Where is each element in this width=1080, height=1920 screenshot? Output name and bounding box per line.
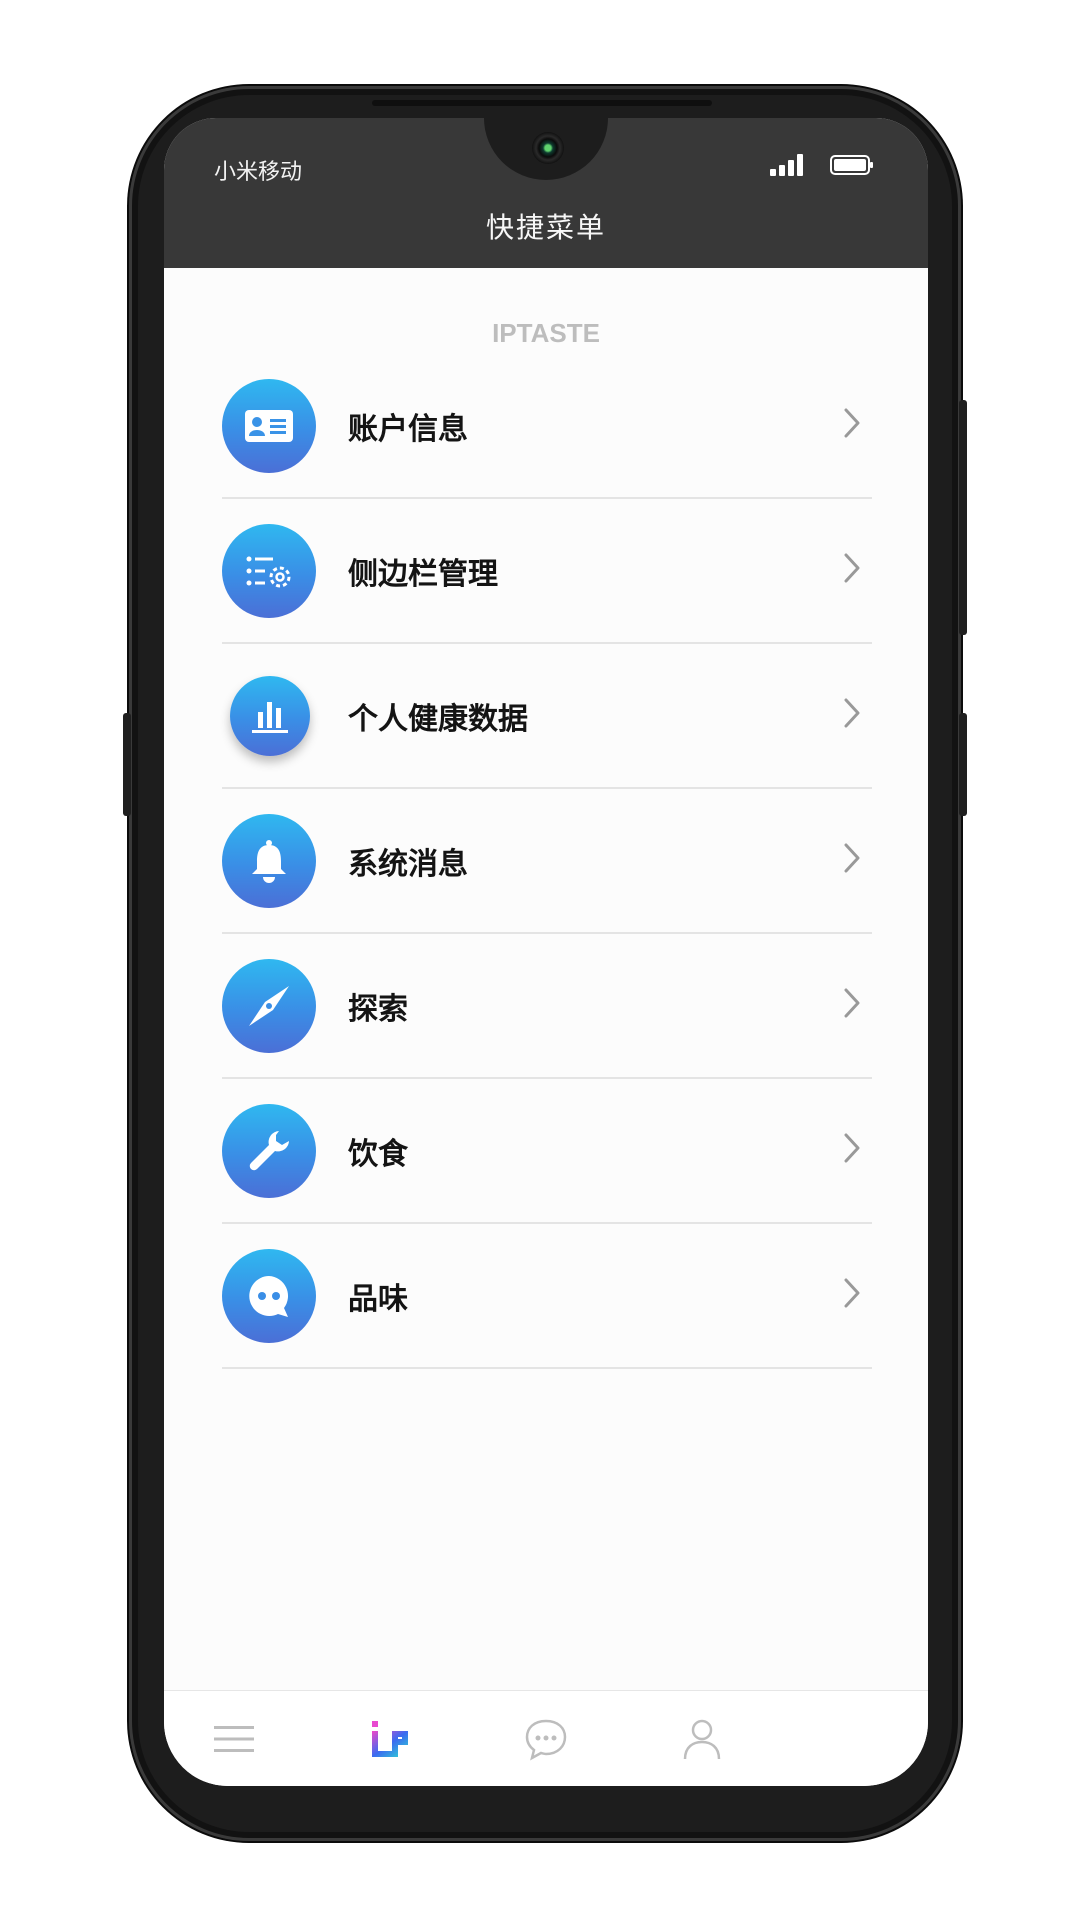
chevron-right-icon xyxy=(844,408,860,438)
wrench-icon xyxy=(222,1104,316,1198)
chat-icon xyxy=(525,1719,567,1761)
menu-item-label: 个人健康数据 xyxy=(348,702,528,737)
chevron-right-icon xyxy=(844,988,860,1018)
chevron-right-icon xyxy=(844,843,860,873)
menu-item-health-data[interactable]: 个人健康数据 xyxy=(222,644,872,789)
menu-item-taste[interactable]: 品味 xyxy=(222,1224,872,1369)
bar-chart-icon xyxy=(230,676,310,756)
menu-item-system-messages[interactable]: 系统消息 xyxy=(222,789,872,934)
tab-profile[interactable] xyxy=(676,1713,728,1765)
list-settings-icon xyxy=(222,524,316,618)
menu-item-label: 饮食 xyxy=(348,1137,408,1172)
header-bar: 小米移动 快捷菜单 xyxy=(164,118,928,268)
menu-item-account-info[interactable]: 账户信息 xyxy=(222,354,872,499)
volume-button xyxy=(123,713,131,816)
menu-item-diet[interactable]: 饮食 xyxy=(222,1079,872,1224)
earpiece xyxy=(372,100,712,106)
id-card-icon xyxy=(222,379,316,473)
chevron-right-icon xyxy=(844,1133,860,1163)
tab-messages[interactable] xyxy=(520,1713,572,1765)
menu-icon xyxy=(214,1726,254,1752)
brand-title: IPTASTE xyxy=(492,318,600,348)
power-button xyxy=(959,400,967,635)
side-button xyxy=(959,713,967,816)
user-icon xyxy=(683,1719,721,1760)
chevron-right-icon xyxy=(844,553,860,583)
menu-item-label: 侧边栏管理 xyxy=(348,557,498,592)
battery-icon xyxy=(830,155,873,175)
chevron-right-icon xyxy=(844,1278,860,1308)
bell-icon xyxy=(222,814,316,908)
tab-home[interactable] xyxy=(364,1713,416,1765)
menu-item-label: 品味 xyxy=(348,1282,408,1317)
signal-icon xyxy=(770,154,803,176)
quick-menu-list: 账户信息 侧边栏管理 个人健康数据 系统消息 探索 饮食 品味 xyxy=(222,354,872,1369)
menu-item-label: 系统消息 xyxy=(348,847,468,882)
menu-item-label: 账户信息 xyxy=(348,412,468,447)
compass-icon xyxy=(222,959,316,1053)
menu-item-sidebar-management[interactable]: 侧边栏管理 xyxy=(222,499,872,644)
tab-menu[interactable] xyxy=(208,1713,260,1765)
carrier-label: 小米移动 xyxy=(214,160,303,185)
bottom-tab-bar xyxy=(164,1690,928,1786)
chevron-right-icon xyxy=(844,698,860,728)
iptaste-logo-icon xyxy=(372,1721,408,1757)
menu-item-explore[interactable]: 探索 xyxy=(222,934,872,1079)
camera-icon xyxy=(532,132,564,164)
menu-item-label: 探索 xyxy=(348,992,408,1027)
chat-bubble-icon xyxy=(222,1249,316,1343)
screen: 小米移动 快捷菜单 IPTASTE 账户信息 侧边栏管理 个人健康数据 系统消息… xyxy=(164,118,928,1786)
page-title: 快捷菜单 xyxy=(485,211,606,244)
